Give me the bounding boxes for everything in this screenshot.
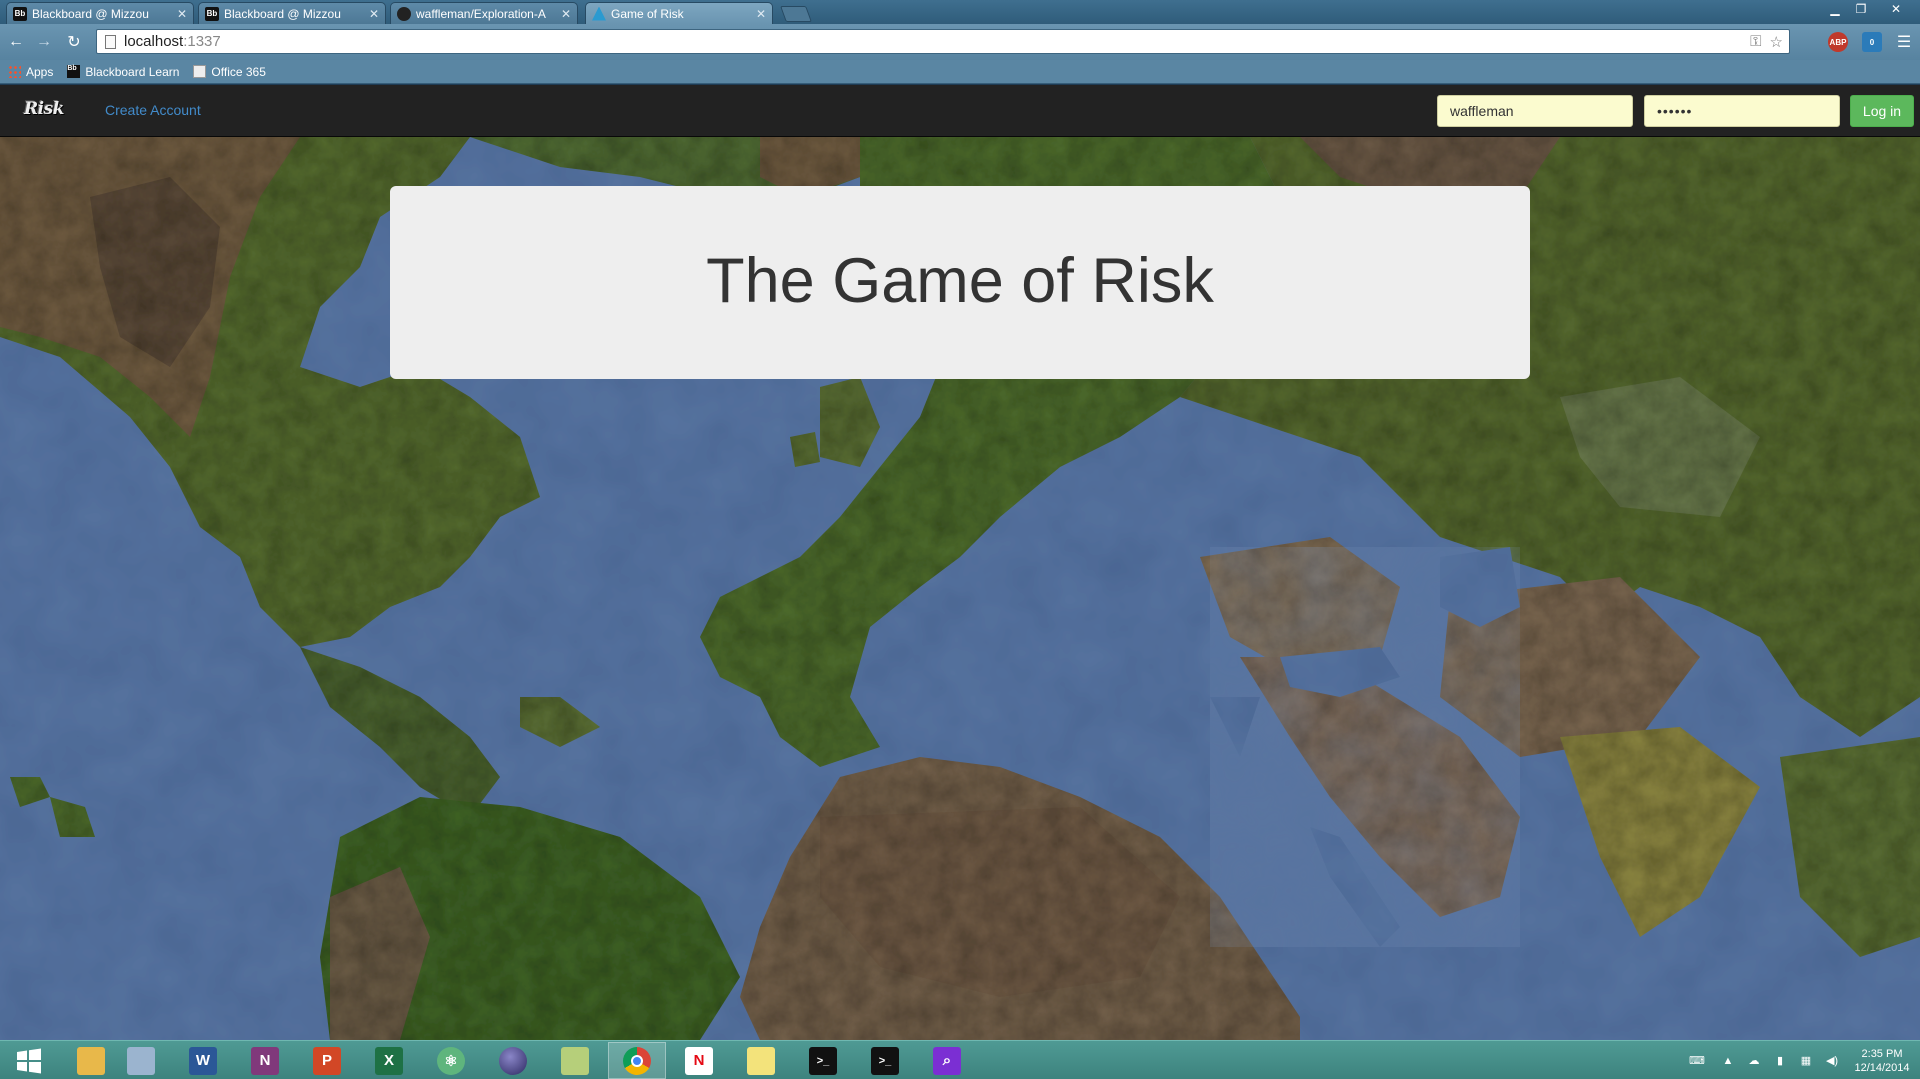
bookmark-star-icon[interactable]: ☆ (1770, 33, 1783, 51)
taskbar-netflix[interactable]: N (670, 1042, 728, 1079)
tab-title: Blackboard @ Mizzou (224, 6, 341, 21)
bookmark-office365[interactable]: Office 365 (193, 64, 266, 79)
windows-logo-icon (17, 1048, 41, 1073)
clock[interactable]: 2:35 PM 12/14/2014 (1850, 1047, 1914, 1075)
excel-icon: X (375, 1046, 403, 1075)
keyboard-icon[interactable]: ⌨ (1684, 1054, 1710, 1068)
browser-toolbar: ← → ↻ localhost:1337 ⚿ ☆ ABP 0 ☰ (0, 24, 1920, 60)
word-icon: W (189, 1046, 217, 1075)
create-account-link[interactable]: Create Account (105, 102, 201, 118)
onedrive-icon[interactable]: ☁ (1746, 1054, 1762, 1068)
password-input[interactable] (1644, 95, 1840, 127)
blackboard-icon: Bb (13, 6, 27, 21)
taskbar-calculator[interactable] (112, 1042, 170, 1079)
taskbar-notepad-plus[interactable] (546, 1042, 604, 1079)
bookmark-label: Office 365 (211, 64, 266, 79)
close-icon[interactable]: ✕ (561, 7, 571, 21)
hero-jumbotron: The Game of Risk (390, 186, 1530, 379)
login-button[interactable]: Log in (1850, 95, 1914, 127)
taskbar-chrome[interactable] (608, 1042, 666, 1079)
reload-icon[interactable]: ↻ (64, 32, 84, 52)
clock-date: 12/14/2014 (1854, 1061, 1910, 1074)
close-icon[interactable]: ✕ (369, 7, 379, 21)
apps-grid-icon (8, 65, 21, 78)
tab-blackboard-1[interactable]: Bb Blackboard @ Mizzou ✕ (6, 2, 194, 24)
page-icon (105, 34, 116, 49)
address-port: :1337 (183, 33, 221, 50)
folder-icon (77, 1046, 105, 1075)
taskbar-word[interactable]: W (174, 1042, 232, 1079)
taskbar-terminal-1[interactable]: >_ (794, 1042, 852, 1079)
taskbar-terminal-2[interactable]: >_ (856, 1042, 914, 1079)
address-bar[interactable]: localhost:1337 ⚿ ☆ (96, 29, 1790, 54)
restore-icon[interactable]: ❐ (1848, 0, 1874, 18)
volume-icon[interactable]: ◀) (1824, 1054, 1840, 1068)
address-host: localhost (124, 33, 184, 50)
page-title: The Game of Risk (706, 245, 1214, 316)
minimize-icon[interactable]: ▁ (1822, 0, 1848, 18)
onenote-icon: N (251, 1046, 279, 1075)
terminal-icon: >_ (809, 1046, 837, 1075)
powerpoint-icon: P (313, 1046, 341, 1075)
menu-icon[interactable]: ☰ (1894, 32, 1914, 52)
system-tray: ⌨ ▲ ☁ ▮ ▦ ◀) 2:35 PM 12/14/2014 (1684, 1041, 1914, 1079)
blackboard-icon: Bb (67, 65, 81, 78)
new-tab-button[interactable] (780, 6, 812, 22)
battery-icon[interactable]: ▮ (1772, 1054, 1788, 1068)
risk-icon (592, 6, 606, 21)
show-hidden-icons-icon[interactable]: ▲ (1720, 1054, 1736, 1068)
network-icon[interactable]: ▦ (1798, 1054, 1814, 1068)
netflix-icon: N (685, 1046, 713, 1075)
magnifier-icon: ⌕ (933, 1046, 961, 1075)
tab-blackboard-2[interactable]: Bb Blackboard @ Mizzou ✕ (198, 2, 386, 24)
username-input[interactable] (1437, 95, 1633, 127)
tab-github[interactable]: waffleman/Exploration-A ✕ (390, 2, 578, 24)
bookmark-label: Apps (26, 64, 54, 79)
forward-icon[interactable]: → (34, 32, 54, 52)
tab-title: waffleman/Exploration-A (416, 6, 546, 21)
start-button[interactable] (0, 1042, 58, 1079)
key-icon[interactable]: ⚿ (1750, 33, 1761, 51)
taskbar-excel[interactable]: X (360, 1042, 418, 1079)
extension-badge-icon[interactable]: 0 (1862, 32, 1882, 52)
tab-title: Game of Risk (611, 6, 684, 21)
close-icon[interactable]: ✕ (177, 7, 187, 21)
tab-game-of-risk[interactable]: Game of Risk ✕ (585, 2, 773, 24)
eclipse-icon (499, 1046, 527, 1075)
calculator-icon (127, 1046, 155, 1075)
terminal-icon: >_ (871, 1046, 899, 1075)
atom-icon: ⚛ (437, 1046, 465, 1075)
windows-taskbar: W N P X ⚛ N >_ >_ ⌕ ⌨ ▲ ☁ ▮ ▦ ◀) 2:35 PM… (0, 1040, 1920, 1079)
taskbar-onenote[interactable]: N (236, 1042, 294, 1079)
tab-title: Blackboard @ Mizzou (32, 6, 149, 21)
taskbar-powerpoint[interactable]: P (298, 1042, 356, 1079)
chrome-icon (623, 1046, 651, 1075)
window-close-icon[interactable]: ✕ (1878, 0, 1914, 18)
clock-time: 2:35 PM (1861, 1047, 1903, 1060)
github-icon (397, 6, 411, 21)
taskbar-sticky-notes[interactable] (732, 1042, 790, 1079)
brand-logo[interactable]: Risk (24, 99, 64, 119)
browser-tab-strip: Bb Blackboard @ Mizzou ✕ Bb Blackboard @… (0, 0, 1920, 24)
blackboard-icon: Bb (205, 6, 219, 21)
office-icon (193, 65, 207, 78)
close-icon[interactable]: ✕ (756, 7, 766, 21)
notepad-icon (561, 1046, 589, 1075)
sticky-notes-icon (747, 1046, 775, 1075)
site-navbar: Risk Create Account Log in (0, 85, 1920, 137)
bookmark-label: Blackboard Learn (85, 64, 180, 79)
bookmark-blackboard[interactable]: Bb Blackboard Learn (67, 65, 179, 79)
taskbar-eclipse[interactable] (484, 1042, 542, 1079)
taskbar-search-app[interactable]: ⌕ (918, 1042, 976, 1079)
bookmarks-bar: Apps Bb Blackboard Learn Office 365 (0, 60, 1920, 84)
back-icon[interactable]: ← (6, 32, 26, 52)
adblock-icon[interactable]: ABP (1828, 32, 1848, 52)
bookmark-apps[interactable]: Apps (8, 65, 53, 79)
taskbar-atom[interactable]: ⚛ (422, 1042, 480, 1079)
